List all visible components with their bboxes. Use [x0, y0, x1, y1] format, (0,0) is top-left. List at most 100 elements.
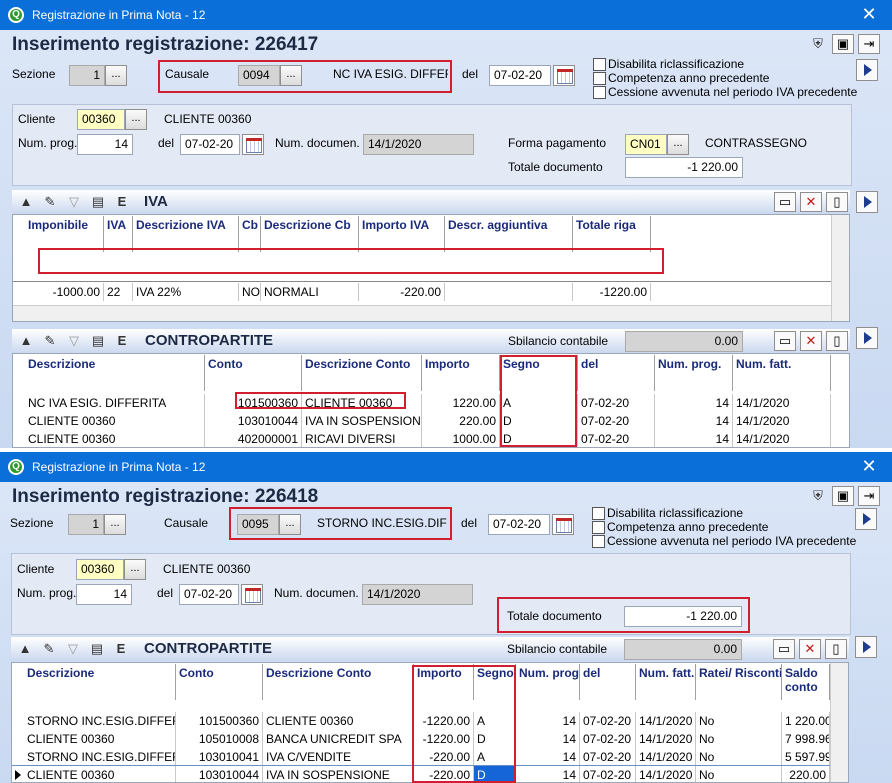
cliente-lookup-button[interactable]: ... — [125, 109, 147, 130]
close-icon[interactable]: ✕ — [846, 0, 892, 30]
del2-date-field[interactable]: 07-02-20 — [179, 584, 239, 605]
col-del[interactable]: del — [578, 355, 655, 391]
filter-icon[interactable]: ▽ — [64, 192, 84, 212]
table-cell[interactable]: 402000001 — [205, 430, 302, 447]
table-cell[interactable]: 101500360 — [205, 394, 302, 412]
filter-icon[interactable]: ▽ — [64, 331, 84, 351]
table-cell[interactable]: CLIENTE 00360 — [302, 394, 422, 412]
cliente-code-field[interactable]: 00360 — [76, 559, 124, 580]
new-document-icon[interactable]: ▯ — [826, 331, 848, 351]
contro-next-button[interactable] — [856, 327, 878, 349]
table-cell[interactable]: IVA C/VENDITE — [263, 748, 414, 766]
causale-lookup-button[interactable]: ... — [279, 514, 301, 535]
table-cell[interactable]: -1220.00 — [414, 712, 474, 730]
forma-code-field[interactable]: CN01 — [625, 134, 667, 155]
disabilita-checkbox[interactable] — [592, 507, 605, 520]
col-importo[interactable]: Importo — [422, 355, 500, 391]
cliente-lookup-button[interactable]: ... — [124, 559, 146, 580]
table-cell[interactable]: 07-02-20 — [580, 712, 636, 730]
table-cell[interactable]: 103010044 — [176, 766, 263, 782]
table-cell[interactable]: No — [696, 766, 782, 782]
table-cell[interactable]: CLIENTE 00360 — [24, 730, 176, 748]
numprog-field[interactable]: 14 — [77, 134, 133, 155]
new-document-icon[interactable]: ▯ — [825, 639, 847, 659]
iva-cell-importo-iva[interactable]: -220.00 — [359, 283, 445, 301]
cessione-checkbox[interactable] — [592, 535, 605, 548]
calendar-icon-2[interactable] — [242, 134, 264, 155]
table-cell[interactable]: D — [500, 430, 578, 447]
filter-icon[interactable]: ▽ — [63, 639, 83, 659]
collapse-up-icon[interactable]: ▲ — [15, 639, 35, 659]
table-cell[interactable]: BANCA UNICREDIT SPA — [263, 730, 414, 748]
table-cell[interactable]: No — [696, 712, 782, 730]
causale-code-field[interactable]: 0094 — [238, 65, 280, 86]
export-icon[interactable]: E — [112, 192, 132, 212]
del-date-field[interactable]: 07-02-20 — [488, 514, 550, 535]
iva-next-button[interactable] — [856, 191, 878, 213]
window-icon[interactable]: ▭ — [774, 192, 796, 212]
table-cell[interactable]: STORNO INC.ESIG.DIFFER — [24, 712, 176, 730]
table-cell[interactable]: No — [696, 730, 782, 748]
table-cell[interactable]: 07-02-20 — [580, 730, 636, 748]
col-ratei-risconti[interactable]: Ratei/ Risconti — [696, 664, 782, 700]
col-descrizione-conto[interactable]: Descrizione Conto — [263, 664, 414, 700]
collapse-up-icon[interactable]: ▲ — [16, 331, 36, 351]
copy-icon[interactable]: ▤ — [88, 331, 108, 351]
table-cell[interactable]: CLIENTE 00360 — [263, 712, 414, 730]
table-cell[interactable]: 14 — [655, 394, 733, 412]
table-cell[interactable]: CLIENTE 00360 — [25, 430, 205, 447]
iva-col-descrizione-cb[interactable]: Descrizione Cb — [261, 216, 359, 252]
copy-icon[interactable]: ▤ — [88, 192, 108, 212]
table-cell[interactable]: 220.00 — [422, 412, 500, 430]
causale-code-field[interactable]: 0095 — [237, 514, 279, 535]
col-segno[interactable]: Segno — [474, 664, 516, 700]
table-cell[interactable]: 14/1/2020 — [733, 430, 831, 447]
contro-next-button[interactable] — [855, 636, 877, 658]
iva-col-iva[interactable]: IVA — [104, 216, 133, 252]
iva-col-descr-aggiuntiva[interactable]: Descr. aggiuntiva — [445, 216, 573, 252]
table-cell[interactable]: 105010008 — [176, 730, 263, 748]
shield-icon[interactable]: ⛨ — [808, 34, 828, 54]
cessione-checkbox[interactable] — [593, 86, 606, 99]
save-icon[interactable]: ▣ — [832, 34, 854, 54]
next-arrow-button[interactable] — [856, 59, 878, 81]
sbilancio-field[interactable]: 0.00 — [625, 331, 743, 352]
table-cell[interactable]: 5 597.99 — [782, 748, 830, 766]
iva-cell-iva[interactable]: 22 — [104, 283, 133, 301]
table-cell[interactable]: 14/1/2020 — [636, 766, 696, 782]
calendar-icon[interactable] — [553, 65, 575, 86]
export-icon[interactable]: E — [112, 331, 132, 351]
iva-cell-descrizione-cb[interactable]: NORMALI — [261, 283, 359, 301]
col-descrizione-conto[interactable]: Descrizione Conto — [302, 355, 422, 391]
window-icon[interactable]: ▭ — [774, 331, 796, 351]
sezione-lookup-button[interactable]: ... — [105, 65, 127, 86]
table-cell[interactable]: D — [474, 730, 516, 748]
forma-lookup-button[interactable]: ... — [667, 134, 689, 155]
table-cell[interactable]: 14 — [516, 748, 580, 766]
col-num-prog[interactable]: Num. prog. — [655, 355, 733, 391]
iva-cell-descr-aggiuntiva[interactable] — [445, 283, 573, 301]
col-descrizione[interactable]: Descrizione — [25, 355, 205, 391]
table-cell[interactable]: 07-02-20 — [578, 430, 655, 447]
numdoc-field[interactable]: 14/1/2020 — [362, 584, 473, 605]
table-cell[interactable]: 1000.00 — [422, 430, 500, 447]
table-cell[interactable]: 7 998.96 — [782, 730, 830, 748]
del-date-field[interactable]: 07-02-20 — [489, 65, 551, 86]
table-cell[interactable]: 103010041 — [176, 748, 263, 766]
table-cell[interactable]: D — [500, 412, 578, 430]
iva-col-importo-iva[interactable]: Importo IVA — [359, 216, 445, 252]
table-cell[interactable]: 14/1/2020 — [636, 712, 696, 730]
iva-cell-imponibile[interactable]: -1000.00 — [25, 283, 104, 301]
table-cell[interactable]: 14/1/2020 — [636, 730, 696, 748]
table-cell[interactable]: -220.00 — [414, 748, 474, 766]
table-cell[interactable]: 1 220.00 — [782, 712, 830, 730]
numdoc-field[interactable]: 14/1/2020 — [363, 134, 474, 155]
col-segno[interactable]: Segno — [500, 355, 578, 391]
table-cell[interactable]: CLIENTE 00360 — [25, 412, 205, 430]
table-cell[interactable]: 07-02-20 — [578, 394, 655, 412]
sezione-lookup-button[interactable]: ... — [104, 514, 126, 535]
exit-icon[interactable]: ⇥ — [858, 34, 880, 54]
table-cell[interactable]: A — [474, 712, 516, 730]
table-cell[interactable]: 14 — [516, 712, 580, 730]
causale-lookup-button[interactable]: ... — [280, 65, 302, 86]
